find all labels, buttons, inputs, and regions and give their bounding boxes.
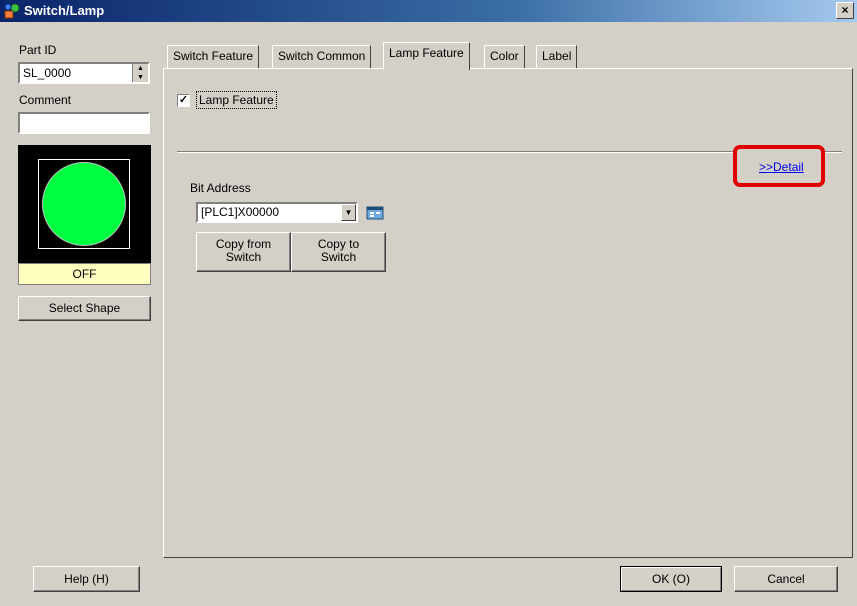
tab-switch-common[interactable]: Switch Common <box>272 45 372 68</box>
tab-label: Lamp Feature <box>389 46 464 60</box>
tab-color[interactable]: Color <box>484 45 525 68</box>
help-button[interactable]: Help (H) <box>33 566 140 592</box>
title-bar: Switch/Lamp × <box>0 0 857 22</box>
address-input-button[interactable] <box>364 203 386 223</box>
select-shape-button[interactable]: Select Shape <box>18 296 151 321</box>
ok-label: OK (O) <box>621 567 721 591</box>
tab-label: Label <box>542 49 572 63</box>
cancel-button[interactable]: Cancel <box>734 566 838 592</box>
part-id-value: SL_0000 <box>23 66 72 80</box>
lamp-shape <box>42 162 126 246</box>
comment-field[interactable] <box>18 112 150 134</box>
ok-button[interactable]: OK (O) <box>620 566 722 592</box>
switch-lamp-app-icon <box>3 2 21 20</box>
tab-panel <box>163 68 853 558</box>
shape-preview <box>18 145 151 263</box>
check-mark-icon: ✓ <box>178 94 189 106</box>
tab-label: Color <box>490 49 519 63</box>
preview-frame <box>38 159 130 249</box>
part-id-spinner[interactable]: ▲ ▼ <box>132 64 148 82</box>
part-id-label: Part ID <box>19 43 57 57</box>
lamp-feature-checkbox[interactable]: ✓ <box>177 94 190 107</box>
tab-switch-feature[interactable]: Switch Feature <box>167 45 260 68</box>
close-icon: × <box>841 3 849 17</box>
tab-label: Switch Feature <box>173 49 254 63</box>
window-title: Switch/Lamp <box>24 3 105 18</box>
tab-label: Switch Common <box>278 49 366 63</box>
dropdown-arrow-icon[interactable]: ▼ <box>341 204 356 221</box>
spin-up-icon[interactable]: ▲ <box>133 64 148 73</box>
part-id-field[interactable]: SL_0000 <box>18 62 150 84</box>
address-input-icon <box>366 206 384 220</box>
preview-state-label: OFF <box>18 263 151 285</box>
tab-lamp-feature[interactable]: Lamp Feature <box>383 42 470 70</box>
bit-address-label: Bit Address <box>190 181 251 195</box>
copy-from-switch-button[interactable]: Copy from Switch <box>196 232 291 272</box>
comment-label: Comment <box>19 93 72 107</box>
detail-link[interactable]: >>Detail <box>759 160 804 174</box>
close-button[interactable]: × <box>836 2 854 19</box>
bit-address-combo[interactable]: [PLC1]X00000 <box>196 202 358 223</box>
copy-to-label: Copy to Switch <box>317 237 360 264</box>
copy-from-label: Copy from Switch <box>215 237 272 264</box>
lamp-feature-label[interactable]: Lamp Feature <box>196 91 277 109</box>
tab-label-settings[interactable]: Label <box>536 45 578 68</box>
copy-to-switch-button[interactable]: Copy to Switch <box>291 232 386 272</box>
bit-address-value: [PLC1]X00000 <box>201 205 280 219</box>
spin-down-icon[interactable]: ▼ <box>133 73 148 82</box>
